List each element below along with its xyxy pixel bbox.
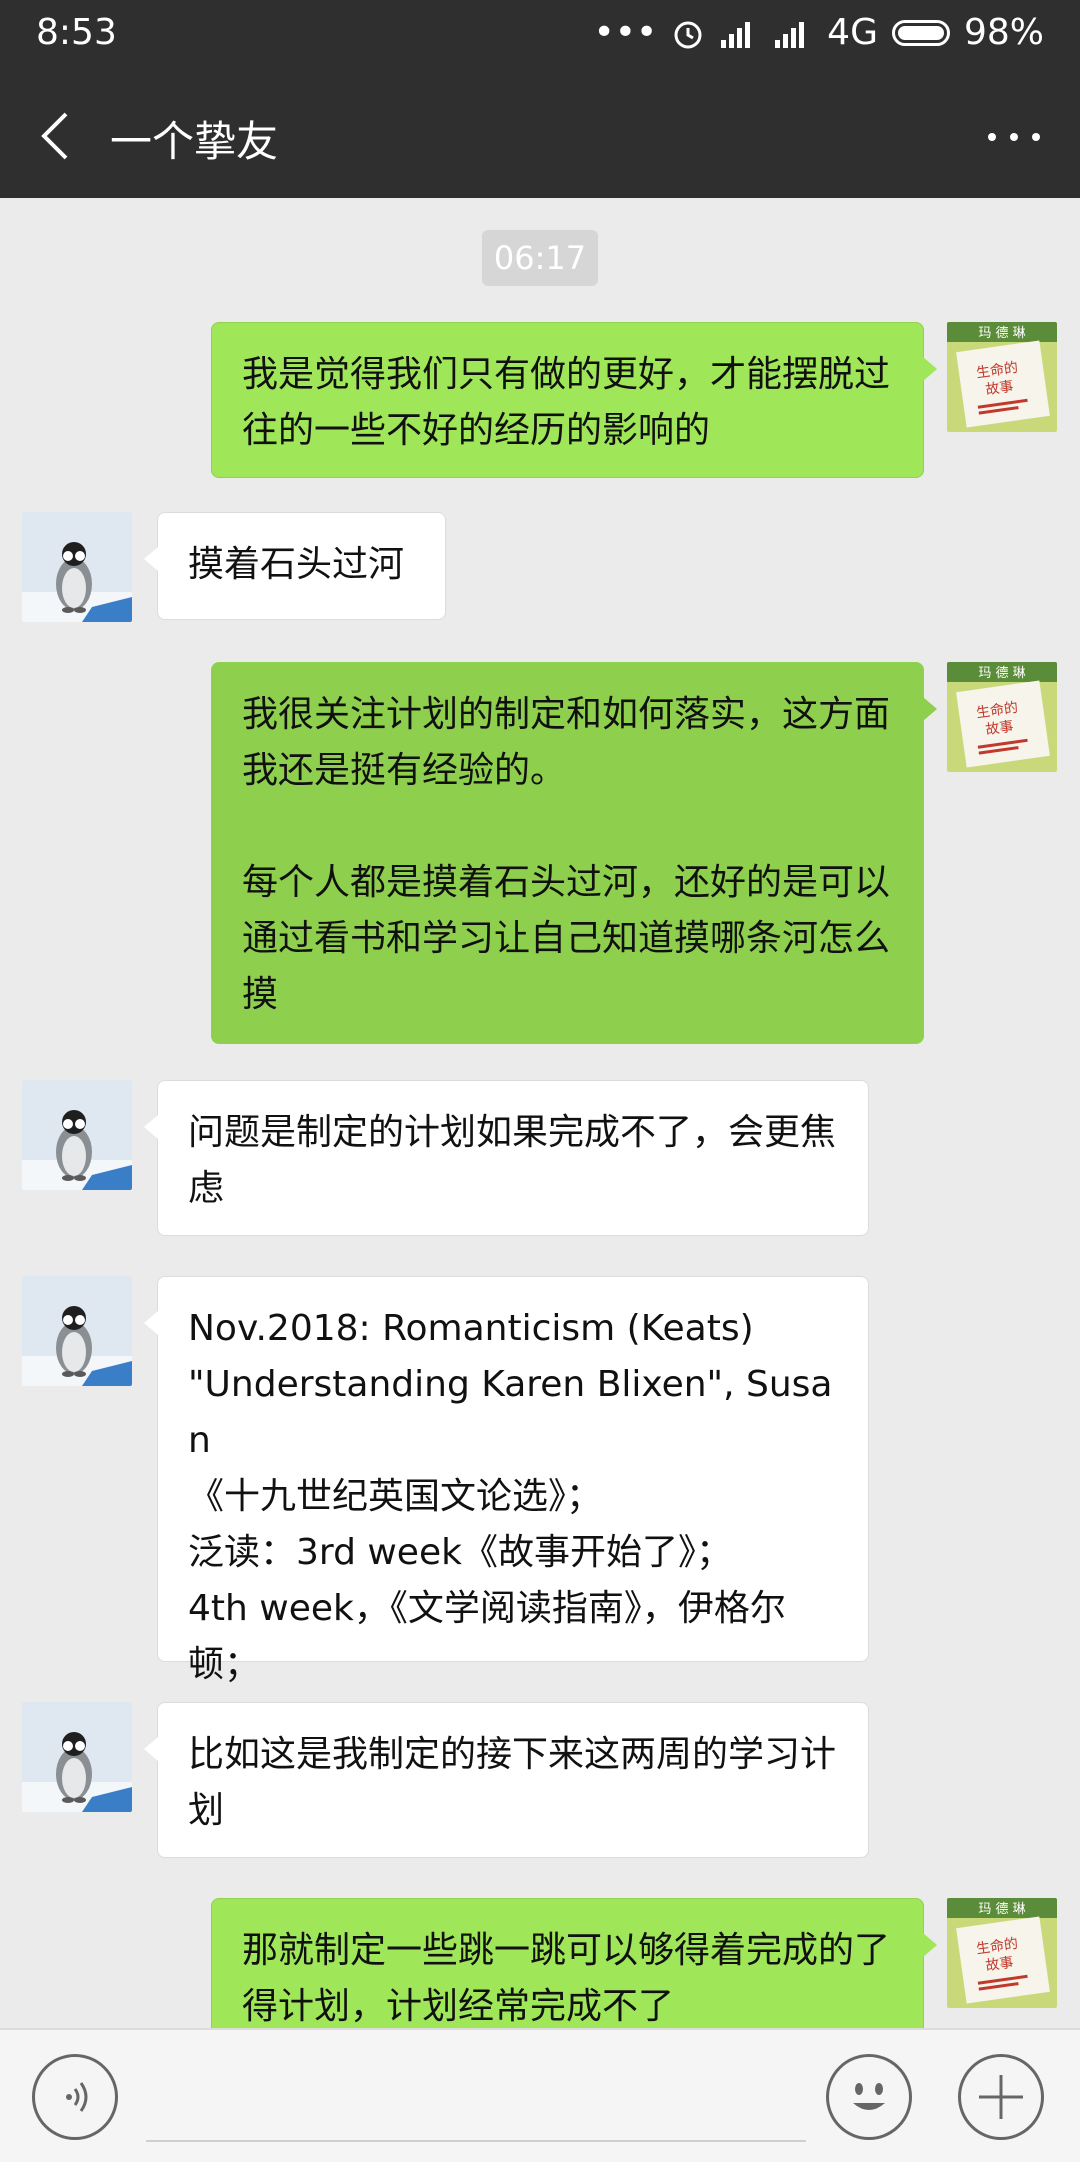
penguin-avatar-image	[22, 512, 132, 622]
avatar[interactable]	[22, 1702, 132, 1812]
status-icons: ••• 4G 98%	[593, 12, 1044, 53]
status-time: 8:53	[36, 12, 117, 53]
book-cover-avatar-image: 玛 德 琳 生命的 故事	[947, 322, 1057, 432]
svg-text:玛 德 琳: 玛 德 琳	[978, 1902, 1025, 1917]
avatar[interactable]: 玛 德 琳 生命的 故事	[947, 322, 1057, 432]
penguin-avatar-image	[22, 1080, 132, 1190]
book-cover-avatar-image: 玛 德 琳 生命的 故事	[947, 662, 1057, 772]
my-message-bubble[interactable]: 我是觉得我们只有做的更好，才能摆脱过往的一些不好的经历的影响的	[211, 322, 937, 478]
their-message-bubble[interactable]: 问题是制定的计划如果完成不了，会更焦虑	[144, 1080, 869, 1236]
svg-text:玛 德 琳: 玛 德 琳	[978, 326, 1025, 341]
status-bar: 8:53 ••• 4G 98%	[0, 0, 1080, 68]
input-bar	[0, 2028, 1080, 2162]
their-message-bubble[interactable]: Nov.2018: Romanticism (Keats) "Understan…	[144, 1276, 869, 1685]
book-cover-avatar-image: 玛 德 琳 生命的 故事	[947, 1898, 1057, 2008]
penguin-avatar-image	[22, 1702, 132, 1812]
voice-icon	[66, 2082, 88, 2112]
more-dots-icon: •••	[593, 12, 658, 53]
plus-button[interactable]	[958, 2054, 1044, 2140]
signal-icon	[721, 21, 751, 48]
their-message-bubble[interactable]: 摸着石头过河	[144, 512, 446, 620]
avatar[interactable]	[22, 1080, 132, 1190]
message-timestamp: 06:17	[482, 230, 598, 286]
avatar[interactable]	[22, 1276, 132, 1386]
emoji-button[interactable]	[826, 2054, 912, 2140]
avatar[interactable]	[22, 512, 132, 622]
svg-text:玛 德 琳: 玛 德 琳	[978, 666, 1025, 681]
their-message-bubble[interactable]: 比如这是我制定的接下来这两周的学习计划	[144, 1702, 869, 1858]
chat-header: 一个挚友	[0, 68, 1080, 198]
chevron-left-icon[interactable]	[32, 106, 92, 166]
chat-title: 一个挚友	[110, 117, 279, 166]
emoji-icon	[853, 2083, 885, 2110]
signal-icon	[775, 21, 805, 48]
network-type: 4G	[827, 12, 878, 53]
plus-icon	[979, 2075, 1023, 2119]
alarm-icon	[674, 21, 702, 48]
battery-icon	[891, 19, 950, 46]
avatar[interactable]: 玛 德 琳 生命的 故事	[947, 1898, 1057, 2008]
more-horizontal-icon[interactable]	[984, 122, 1044, 152]
message-input[interactable]	[146, 2050, 806, 2142]
battery-level: 98%	[963, 12, 1044, 53]
my-message-bubble[interactable]: 我很关注计划的制定和如何落实，这方面我还是挺有经验的。 每个人都是摸着石头过河，…	[211, 662, 937, 1044]
penguin-avatar-image	[22, 1276, 132, 1386]
my-message-bubble[interactable]: 那就制定一些跳一跳可以够得着完成的了得计划，计划经常完成不了	[211, 1898, 937, 2028]
message-list[interactable]: 06:17 我是觉得我们只有做的更好，才能摆脱过往的一些不好的经历的影响的 玛 …	[0, 198, 1080, 2028]
avatar[interactable]: 玛 德 琳 生命的 故事	[947, 662, 1057, 772]
voice-button[interactable]	[32, 2054, 118, 2140]
